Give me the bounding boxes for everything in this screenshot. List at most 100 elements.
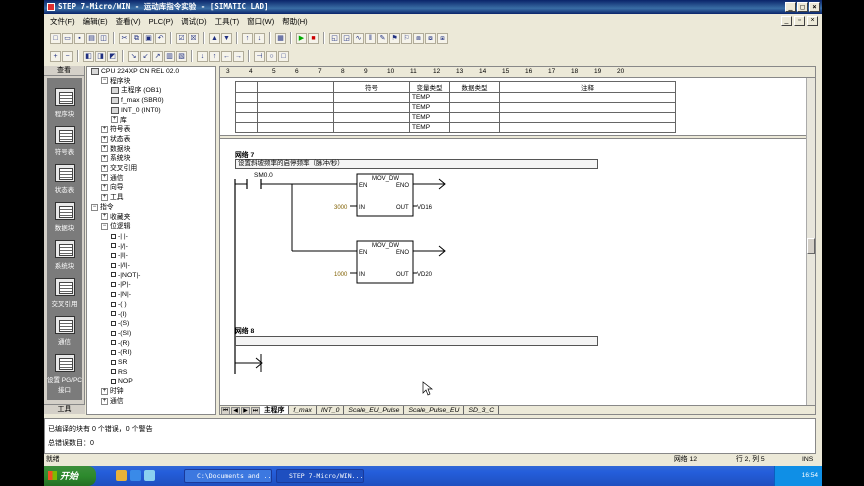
doc-close-button[interactable]: × bbox=[807, 16, 818, 26]
tree-item[interactable]: + 通信 bbox=[101, 174, 124, 184]
toggle-symbols-icon[interactable]: ◧ bbox=[83, 50, 94, 62]
expand-icon[interactable]: + bbox=[101, 135, 108, 143]
menu-debug[interactable]: 调试(D) bbox=[177, 16, 210, 27]
copy-icon[interactable]: ⧉ bbox=[131, 32, 142, 44]
expand-icon[interactable]: − bbox=[91, 203, 98, 211]
write-icon[interactable]: ✎ bbox=[377, 32, 388, 44]
tab-f-max[interactable]: f_max bbox=[289, 406, 317, 414]
expand-icon[interactable]: + bbox=[101, 174, 108, 182]
tree-item[interactable]: + 收藏夹 bbox=[101, 213, 130, 223]
expand-icon[interactable]: + bbox=[101, 125, 108, 133]
print-icon[interactable]: ▤ bbox=[86, 32, 97, 44]
paste-icon[interactable]: ▣ bbox=[143, 32, 154, 44]
tree-item[interactable]: + 符号表 bbox=[101, 125, 130, 135]
maximize-button[interactable]: □ bbox=[797, 2, 808, 12]
tree-item[interactable]: − 指令 bbox=[91, 203, 114, 213]
unforce-all-icon[interactable]: ⧇ bbox=[425, 32, 436, 44]
tree-item[interactable]: + 时钟 bbox=[101, 387, 124, 397]
nav-status-chart[interactable]: 状态表 bbox=[44, 164, 85, 194]
quicklaunch-folder-icon[interactable] bbox=[116, 470, 127, 481]
doc-minimize-button[interactable]: _ bbox=[781, 16, 792, 26]
quicklaunch-desktop-icon[interactable] bbox=[144, 470, 155, 481]
tab-prev-icon[interactable]: ◀ bbox=[231, 407, 240, 414]
doc-restore-button[interactable]: ▫ bbox=[794, 16, 805, 26]
expand-icon[interactable]: + bbox=[101, 193, 108, 201]
expand-icon[interactable]: + bbox=[101, 397, 108, 405]
nav-symbol-table[interactable]: 符号表 bbox=[44, 126, 85, 156]
tree-item[interactable]: + 库 bbox=[111, 116, 127, 126]
tab-scale-pulse-eu[interactable]: Scale_Pulse_EU bbox=[404, 406, 465, 414]
nav-data-block[interactable]: 数据块 bbox=[44, 202, 85, 232]
tree-item[interactable]: f_max (SBR0) bbox=[111, 96, 164, 106]
expand-icon[interactable]: + bbox=[101, 213, 108, 221]
download-icon[interactable]: ▼ bbox=[221, 32, 232, 44]
minimize-button[interactable]: _ bbox=[785, 2, 796, 12]
tab-int-0[interactable]: INT_0 bbox=[317, 406, 345, 414]
tree-item[interactable]: -(I) bbox=[111, 310, 127, 320]
nav-program-block[interactable]: 程序块 bbox=[44, 88, 85, 118]
sort-asc-icon[interactable]: ↑ bbox=[242, 32, 253, 44]
read-all-icon[interactable]: ⧈ bbox=[413, 32, 424, 44]
open-icon[interactable]: ▭ bbox=[62, 32, 73, 44]
expand-icon[interactable]: + bbox=[111, 116, 118, 124]
undo-icon[interactable]: ↶ bbox=[155, 32, 166, 44]
tree-item[interactable]: -|/I|- bbox=[111, 261, 130, 271]
box1-out-value[interactable]: VD16 bbox=[417, 205, 433, 211]
tree-item[interactable]: + 通信 bbox=[101, 397, 124, 407]
table-row[interactable]: TEMP bbox=[235, 102, 676, 113]
tree-item[interactable]: -(R) bbox=[111, 339, 130, 349]
quicklaunch-ie-icon[interactable] bbox=[130, 470, 141, 481]
tree-item[interactable]: + 数据块 bbox=[101, 145, 130, 155]
box2-out-value[interactable]: VD20 bbox=[417, 272, 433, 278]
tab-next-icon[interactable]: ▶ bbox=[241, 407, 250, 414]
contact-icon[interactable]: ⊣ bbox=[254, 50, 265, 62]
network-8-label[interactable]: 网络 8 bbox=[235, 325, 254, 335]
menu-plc[interactable]: PLC(P) bbox=[145, 17, 178, 26]
tab-sd-3-c[interactable]: SD_3_C bbox=[464, 406, 500, 414]
tree-item[interactable]: -|I|- bbox=[111, 251, 128, 261]
close-button[interactable]: × bbox=[809, 2, 820, 12]
apply-symbols-icon[interactable]: ▧ bbox=[176, 50, 187, 62]
expand-icon[interactable]: + bbox=[101, 184, 108, 192]
network-8-comment[interactable] bbox=[235, 336, 598, 346]
unforce-icon[interactable]: ⚐ bbox=[401, 32, 412, 44]
tree-item[interactable]: RS bbox=[111, 368, 127, 378]
nav-communications[interactable]: 通信 bbox=[44, 316, 85, 346]
tree-item[interactable]: -|NOT|- bbox=[111, 271, 140, 281]
tree-item[interactable]: + 向导 bbox=[101, 183, 124, 193]
tab-main[interactable]: 主程序 bbox=[260, 406, 290, 414]
menu-edit[interactable]: 编辑(E) bbox=[79, 16, 112, 27]
start-button[interactable]: 开始 bbox=[44, 466, 96, 486]
sort-desc-icon[interactable]: ↓ bbox=[254, 32, 265, 44]
menu-view[interactable]: 查看(V) bbox=[112, 16, 145, 27]
menu-help[interactable]: 帮助(H) bbox=[278, 16, 311, 27]
expand-icon[interactable]: − bbox=[101, 77, 108, 85]
line-down-icon[interactable]: ↓ bbox=[197, 50, 208, 62]
tree-item[interactable]: SR bbox=[111, 358, 127, 368]
toggle-comments-icon[interactable]: ◨ bbox=[95, 50, 106, 62]
tree-item[interactable]: − 位逻辑 bbox=[101, 222, 130, 232]
compile-icon[interactable]: ☑ bbox=[176, 32, 187, 44]
task-explorer-button[interactable]: C:\Documents and ... bbox=[184, 469, 272, 483]
table-row[interactable]: TEMP bbox=[235, 92, 676, 103]
tree-item[interactable]: INT_0 (INT0) bbox=[111, 106, 161, 116]
tree-item[interactable]: -| |- bbox=[111, 232, 128, 242]
expand-icon[interactable]: − bbox=[101, 222, 108, 230]
tree-item[interactable]: -|/|- bbox=[111, 242, 128, 252]
tree-item[interactable]: + 工具 bbox=[101, 193, 124, 203]
next-bookmark-icon[interactable]: ↘ bbox=[128, 50, 139, 62]
network-delete-icon[interactable]: − bbox=[62, 50, 73, 62]
tree-item[interactable]: NOP bbox=[111, 377, 133, 387]
tree-item[interactable]: + 状态表 bbox=[101, 135, 130, 145]
contact-address[interactable]: SM0.0 bbox=[254, 172, 273, 179]
line-left-icon[interactable]: ← bbox=[221, 50, 232, 62]
menu-tools[interactable]: 工具(T) bbox=[211, 16, 244, 27]
expand-icon[interactable]: + bbox=[101, 155, 108, 162]
nav-set-pgpc-interface[interactable]: 设置 PG/PC 接口 bbox=[44, 354, 85, 394]
trend-icon[interactable]: ∿ bbox=[353, 32, 364, 44]
tree-item[interactable]: CPU 224XP CN REL 02.0 bbox=[91, 67, 179, 77]
table-row[interactable]: TEMP bbox=[235, 112, 676, 123]
tab-last-icon[interactable]: ⏭ bbox=[251, 407, 260, 414]
status-chart-icon[interactable]: ◲ bbox=[341, 32, 352, 44]
pause-icon[interactable]: ‖ bbox=[365, 32, 376, 44]
